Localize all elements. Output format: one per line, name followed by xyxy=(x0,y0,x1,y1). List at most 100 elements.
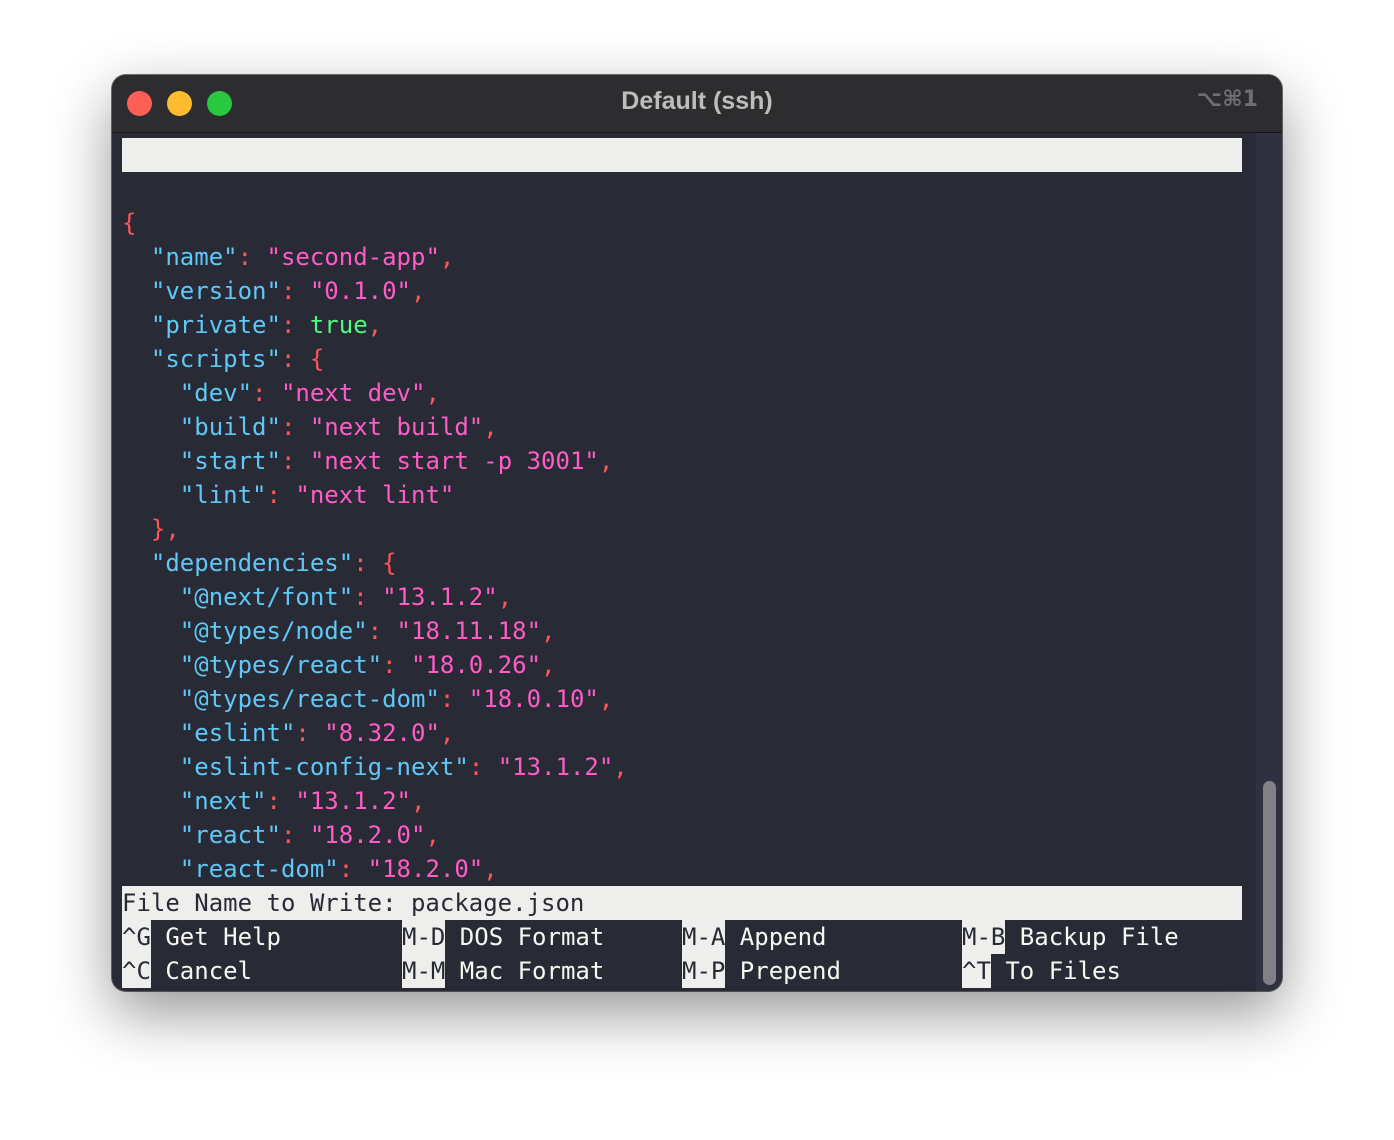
json-punctuation xyxy=(295,821,309,849)
code-line[interactable]: "next": "13.1.2", xyxy=(122,784,426,818)
shortcut-item[interactable]: M-M Mac Format xyxy=(402,954,604,988)
json-punctuation: : xyxy=(295,719,310,747)
json-punctuation: : xyxy=(280,821,296,849)
code-line[interactable]: "react-dom": "18.2.0", xyxy=(122,852,498,886)
shortcut-key: M-M xyxy=(402,954,446,988)
shortcut-key: M-P xyxy=(682,954,726,988)
code-line[interactable]: }, xyxy=(122,512,180,546)
json-punctuation xyxy=(122,651,180,679)
json-key: "@types/node" xyxy=(179,617,368,645)
code-line[interactable]: "dev": "next dev", xyxy=(122,376,440,410)
json-string: "8.32.0" xyxy=(324,719,440,747)
nano-version: GNU nano 2.9.3 xyxy=(150,175,353,203)
shortcut-item[interactable]: M-P Prepend xyxy=(682,954,841,988)
json-punctuation xyxy=(295,447,309,475)
json-punctuation xyxy=(122,481,180,509)
code-line[interactable]: "lint": "next lint" xyxy=(122,478,455,512)
code-line[interactable]: "@next/font": "13.1.2", xyxy=(122,580,512,614)
json-punctuation xyxy=(368,583,382,611)
code-line[interactable]: "@types/react": "18.0.26", xyxy=(122,648,556,682)
json-punctuation xyxy=(310,719,324,747)
shortcut-item[interactable]: M-D DOS Format xyxy=(402,920,604,954)
terminal-content[interactable]: GNU nano 2.9.3 package.json Modified { "… xyxy=(122,138,1242,988)
shortcut-row: ^G Get Help M-D DOS Format M-A Append M-B B… xyxy=(122,920,1242,954)
json-key: "dev" xyxy=(179,379,253,407)
json-key: "start" xyxy=(179,447,281,475)
json-key: "eslint-config-next" xyxy=(179,753,469,781)
json-key: "scripts" xyxy=(150,345,281,373)
prompt-input[interactable]: package.json xyxy=(411,889,584,917)
code-line[interactable]: "@types/react-dom": "18.0.10", xyxy=(122,682,614,716)
filename-prompt[interactable]: File Name to Write: package.json xyxy=(122,886,1242,920)
json-key: "version" xyxy=(150,277,281,305)
nano-filename: package.json xyxy=(595,209,769,237)
shortcut-item[interactable]: ^T To Files xyxy=(962,954,1121,988)
json-punctuation: : xyxy=(280,311,296,339)
shortcut-item[interactable]: M-A Append xyxy=(682,920,827,954)
json-punctuation: , xyxy=(541,617,556,645)
json-string: "next lint" xyxy=(295,481,455,509)
json-punctuation xyxy=(122,311,151,339)
json-key: "dependencies" xyxy=(150,549,354,577)
json-string: "13.1.2" xyxy=(295,787,411,815)
json-punctuation xyxy=(397,651,411,679)
json-punctuation: : xyxy=(338,855,354,883)
json-string: "0.1.0" xyxy=(309,277,412,305)
shortcut-item[interactable]: ^C Cancel xyxy=(122,954,252,988)
code-line[interactable]: "@types/node": "18.11.18", xyxy=(122,614,556,648)
json-punctuation: , xyxy=(411,277,426,305)
code-line[interactable]: "eslint-config-next": "13.1.2", xyxy=(122,750,628,784)
json-punctuation: , xyxy=(411,787,426,815)
code-line[interactable]: "name": "second-app", xyxy=(122,240,454,274)
code-line[interactable]: "private": true, xyxy=(122,308,382,342)
shortcut-key: M-A xyxy=(682,920,726,954)
json-punctuation xyxy=(252,243,266,271)
json-key: "eslint" xyxy=(179,719,296,747)
json-punctuation xyxy=(122,277,151,305)
code-line[interactable]: "version": "0.1.0", xyxy=(122,274,426,308)
json-punctuation: { xyxy=(382,549,397,577)
json-punctuation: : xyxy=(382,651,397,679)
json-punctuation xyxy=(122,345,151,373)
json-string: "13.1.2" xyxy=(497,753,614,781)
json-punctuation xyxy=(122,855,180,883)
json-string: "next dev" xyxy=(280,379,426,407)
code-line[interactable]: "build": "next build", xyxy=(122,410,498,444)
title-bar[interactable]: Default (ssh) ⌥⌘1 xyxy=(112,75,1282,133)
json-punctuation xyxy=(122,413,180,441)
json-punctuation: : xyxy=(237,243,253,271)
json-punctuation xyxy=(353,855,367,883)
scrollbar-thumb[interactable] xyxy=(1263,781,1276,985)
json-punctuation: , xyxy=(425,379,440,407)
code-line[interactable]: "eslint": "8.32.0", xyxy=(122,716,455,750)
json-punctuation xyxy=(483,753,497,781)
json-punctuation xyxy=(267,379,281,407)
json-punctuation xyxy=(122,685,180,713)
json-punctuation: , xyxy=(613,753,628,781)
nano-header-bar: GNU nano 2.9.3 package.json Modified xyxy=(122,138,1242,271)
shortcut-row: ^C Cancel M-M Mac Format M-P Prepend ^T To … xyxy=(122,954,1242,988)
json-punctuation: } xyxy=(150,515,166,543)
window-title: Default (ssh) xyxy=(621,87,773,115)
json-key: "@next/font" xyxy=(179,583,354,611)
json-punctuation: , xyxy=(497,583,513,611)
shortcut-item[interactable]: ^G Get Help xyxy=(122,920,281,954)
json-punctuation: { xyxy=(309,345,325,373)
code-line[interactable]: "react": "18.2.0", xyxy=(122,818,440,852)
json-punctuation xyxy=(295,311,309,339)
json-punctuation: , xyxy=(483,413,498,441)
json-punctuation xyxy=(281,787,295,815)
json-string: "next build" xyxy=(309,413,484,441)
code-line[interactable]: { xyxy=(122,206,136,240)
json-key: "react-dom" xyxy=(179,855,339,883)
json-punctuation xyxy=(122,787,180,815)
json-punctuation: : xyxy=(266,787,281,815)
json-punctuation: : xyxy=(353,583,368,611)
code-line[interactable]: "start": "next start -p 3001", xyxy=(122,444,614,478)
json-string: "13.1.2" xyxy=(382,583,498,611)
json-punctuation xyxy=(382,617,396,645)
shortcut-item[interactable]: M-B Backup File xyxy=(962,920,1179,954)
json-punctuation: , xyxy=(367,311,383,339)
code-line[interactable]: "dependencies": { xyxy=(122,546,397,580)
code-line[interactable]: "scripts": { xyxy=(122,342,324,376)
